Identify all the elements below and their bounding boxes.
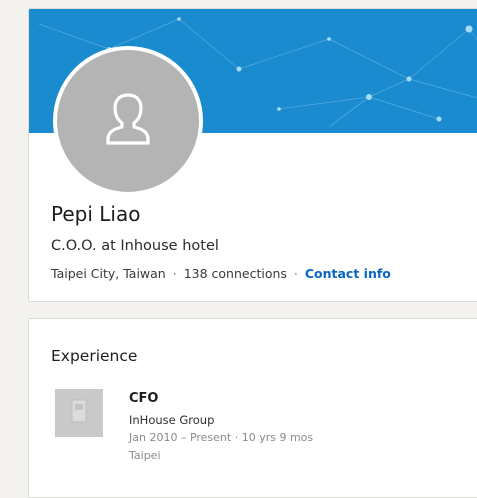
meta-separator: · [293,266,298,281]
experience-company[interactable]: InHouse Group [129,413,214,427]
profile-name: Pepi Liao [51,202,141,226]
experience-card: Experience CFO InHouse Group Jan 2010 – … [28,318,477,498]
profile-location: Taipei City, Taiwan [51,266,166,281]
experience-role[interactable]: CFO [129,391,158,406]
avatar[interactable] [53,46,203,196]
company-logo[interactable] [55,389,103,437]
experience-heading: Experience [51,347,138,365]
person-silhouette-icon [98,89,158,153]
profile-connections[interactable]: 138 connections [184,266,287,281]
experience-dates: Jan 2010 – Present · 10 yrs 9 mos [129,431,314,444]
company-building-icon [69,398,89,428]
profile-meta: Taipei City, Taiwan · 138 connections · … [51,266,391,281]
experience-location: Taipei [129,449,161,462]
profile-headline: C.O.O. at Inhouse hotel [51,238,219,254]
profile-card: Pepi Liao C.O.O. at Inhouse hotel Taipei… [28,8,477,302]
meta-separator: · [172,266,177,281]
contact-info-link[interactable]: Contact info [305,266,391,281]
